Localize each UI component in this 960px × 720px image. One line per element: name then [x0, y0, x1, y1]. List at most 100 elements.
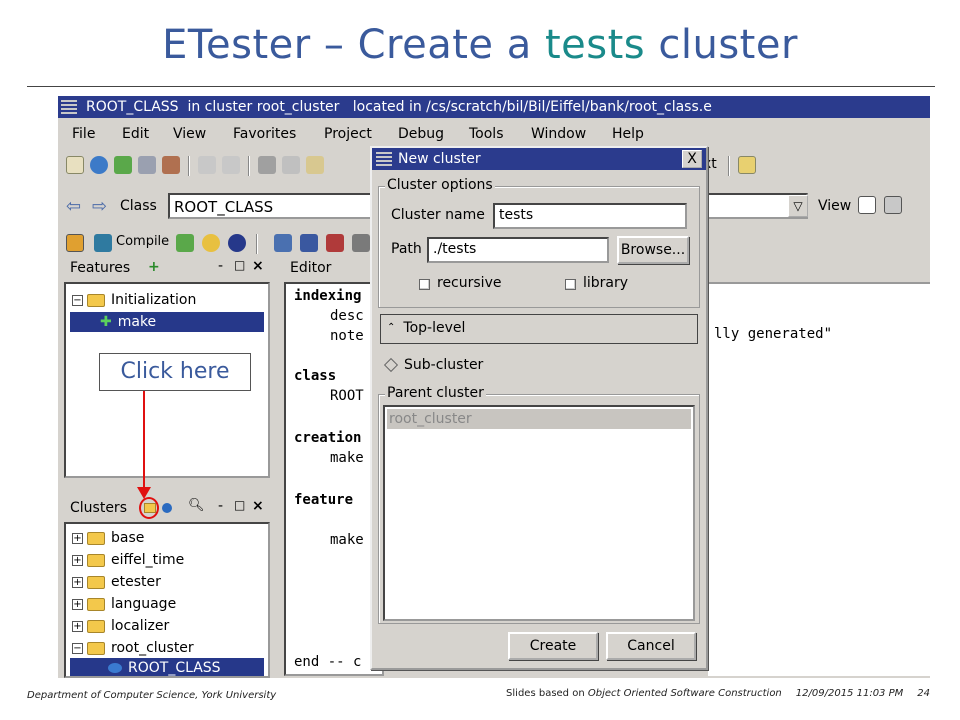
radio-selected-icon: ⌃	[387, 322, 396, 333]
expand-icon[interactable]: +	[72, 598, 83, 610]
cluster-item-localizer[interactable]: + localizer	[72, 616, 169, 636]
footer-info: Slides based on Object Oriented Software…	[506, 688, 930, 699]
toolbar-separator	[248, 156, 250, 176]
system-icon[interactable]	[66, 234, 84, 252]
code-line: make	[330, 532, 364, 548]
path-input[interactable]: ./tests	[427, 237, 609, 263]
compile-label[interactable]: Compile	[116, 234, 169, 249]
close-button[interactable]: X	[682, 150, 702, 168]
cluster-item-base[interactable]: + base	[72, 528, 144, 548]
editor-area-right[interactable]: lly generated"	[708, 282, 930, 676]
code-line: note	[330, 328, 364, 344]
top-level-label: Top-level	[403, 320, 466, 336]
code-line: class	[294, 368, 337, 384]
create-button[interactable]: Create	[508, 632, 598, 660]
dialog-titlebar: New cluster X	[372, 148, 706, 170]
menu-project[interactable]: Project	[324, 126, 372, 142]
sub-cluster-radio[interactable]: Sub-cluster	[380, 352, 483, 380]
expand-icon[interactable]: +	[72, 620, 83, 632]
tree-item-initialization[interactable]: − Initialization	[72, 290, 196, 310]
cluster-label: localizer	[111, 618, 170, 634]
recursive-checkbox[interactable]	[419, 279, 430, 290]
search-icon[interactable]: 🔍︎	[188, 498, 205, 513]
editor-area[interactable]: indexing desc note class ROOT creation m…	[284, 282, 384, 676]
expand-icon[interactable]: +	[72, 532, 83, 544]
run-icon[interactable]	[352, 234, 370, 252]
menu-help[interactable]: Help	[612, 126, 644, 142]
expand-icon[interactable]: +	[72, 576, 83, 588]
cluster-item-etester[interactable]: + etester	[72, 572, 161, 592]
cancel-button[interactable]: Cancel	[606, 632, 696, 660]
system-menu-icon[interactable]	[61, 100, 77, 114]
browse-button[interactable]: Browse...	[617, 236, 689, 264]
class-dropdown-button[interactable]: ▽	[788, 195, 808, 217]
annotation-highlight-ring	[139, 497, 159, 519]
save-icon[interactable]	[138, 156, 156, 174]
cluster-item-eiffel-time[interactable]: + eiffel_time	[72, 550, 184, 570]
minimize-icon[interactable]: -	[218, 498, 223, 514]
export-icon[interactable]	[162, 156, 180, 174]
redo-icon[interactable]	[222, 156, 240, 174]
favorites-icon[interactable]	[738, 156, 756, 174]
menu-debug[interactable]: Debug	[398, 126, 444, 142]
parent-cluster-list[interactable]: root_cluster	[383, 405, 695, 621]
undo-icon[interactable]	[198, 156, 216, 174]
library-checkbox[interactable]	[565, 279, 576, 290]
maximize-icon[interactable]: □	[234, 258, 245, 272]
recursive-label: recursive	[437, 275, 502, 291]
dialog-title: New cluster	[398, 151, 481, 167]
new-project-icon[interactable]	[66, 156, 84, 174]
cluster-label: root_cluster	[111, 640, 194, 656]
forward-arrow-icon[interactable]: ⇨	[92, 196, 107, 217]
minimize-icon[interactable]: -	[218, 258, 223, 274]
class-item-root-class[interactable]: ROOT_CLASS	[70, 658, 264, 676]
cluster-name-input[interactable]: tests	[493, 203, 687, 229]
cluster-item-language[interactable]: + language	[72, 594, 176, 614]
code-line: end -- c	[294, 654, 362, 670]
add-feature-icon[interactable]: +	[148, 259, 160, 275]
info-icon[interactable]	[228, 234, 246, 252]
parent-cluster-item[interactable]: root_cluster	[387, 409, 691, 429]
cluster-label: language	[111, 596, 177, 612]
feature-clause-icon	[87, 293, 105, 307]
collapse-icon[interactable]: −	[72, 642, 83, 654]
top-level-radio[interactable]: ⌃ Top-level	[380, 314, 698, 344]
copy-icon[interactable]	[282, 156, 300, 174]
expand-icon[interactable]: +	[72, 554, 83, 566]
new-class-icon[interactable]	[114, 156, 132, 174]
cut-icon[interactable]	[258, 156, 276, 174]
tree-item-make[interactable]: ✚ make	[70, 312, 264, 332]
parent-cluster-legend: Parent cluster	[385, 385, 486, 401]
view-label: View	[818, 198, 852, 214]
collapse-icon[interactable]: −	[72, 294, 83, 306]
cluster-item-root-cluster[interactable]: − root_cluster	[72, 638, 194, 658]
debug-icon[interactable]	[274, 234, 292, 252]
dialog-menu-icon[interactable]	[376, 152, 392, 166]
back-arrow-icon[interactable]: ⇦	[66, 196, 81, 217]
menu-edit[interactable]: Edit	[122, 126, 149, 142]
paste-icon[interactable]	[306, 156, 324, 174]
menu-view[interactable]: View	[173, 126, 206, 142]
close-icon[interactable]: ×	[252, 258, 264, 274]
freeze-icon[interactable]	[176, 234, 194, 252]
menu-file[interactable]: File	[72, 126, 95, 142]
compile-icon[interactable]	[94, 234, 112, 252]
help-icon[interactable]	[202, 234, 220, 252]
text-view-icon[interactable]	[858, 196, 876, 214]
close-icon[interactable]: ×	[252, 498, 264, 514]
new-cluster-icon[interactable]	[90, 156, 108, 174]
step-icon[interactable]	[300, 234, 318, 252]
menu-tools[interactable]: Tools	[469, 126, 504, 142]
slide-title: ETester – Create a tests cluster	[0, 22, 960, 68]
menu-window[interactable]: Window	[531, 126, 586, 142]
menu-favorites[interactable]: Favorites	[233, 126, 296, 142]
flat-view-icon[interactable]	[884, 196, 902, 214]
maximize-icon[interactable]: □	[234, 498, 245, 512]
menu-bar: File Edit View Favorites Project Debug T…	[58, 122, 930, 146]
footer-book-title: Object Oriented Software Construction	[587, 688, 782, 699]
annotation-arrow	[143, 391, 145, 491]
window-titlebar: ROOT_CLASS in cluster root_cluster locat…	[58, 96, 930, 118]
folder-icon	[87, 597, 105, 611]
new-class-icon[interactable]	[162, 503, 172, 513]
stop-icon[interactable]	[326, 234, 344, 252]
